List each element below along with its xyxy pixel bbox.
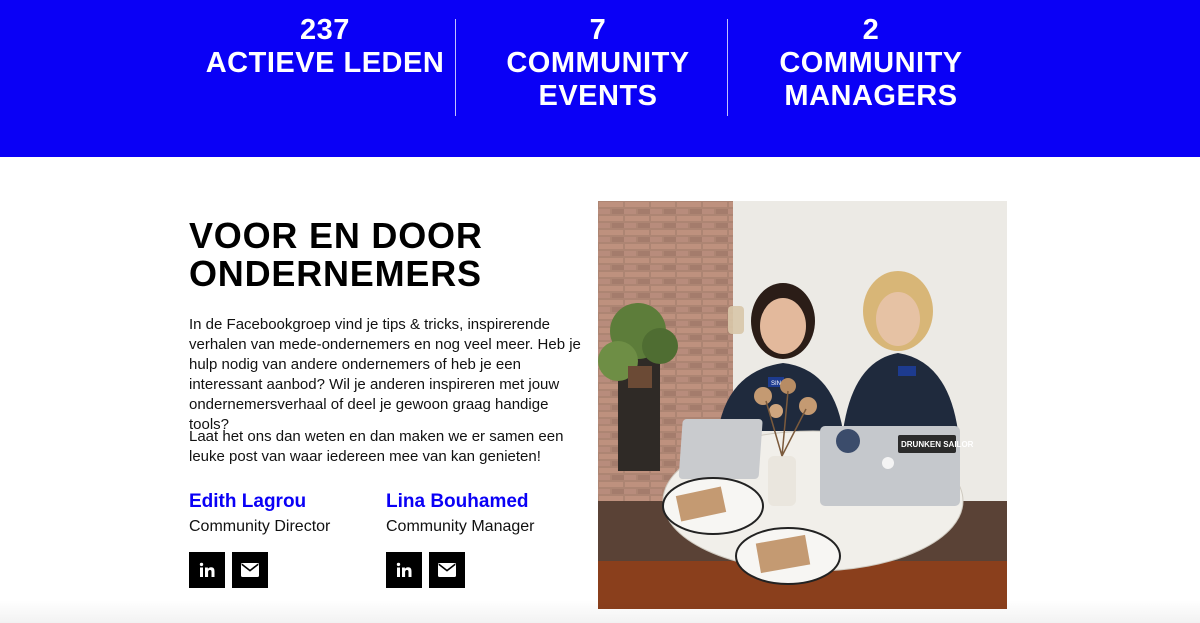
intro-paragraph: In de Facebookgroep vind je tips & trick… [189, 316, 581, 433]
person-role: Community Director [189, 518, 331, 535]
linkedin-button[interactable] [189, 552, 225, 588]
linkedin-icon [396, 562, 412, 577]
person-social-links [189, 552, 268, 588]
stat-number: 237 [300, 14, 350, 46]
cta-paragraph: Laat het ons dan weten en dan maken we e… [189, 428, 564, 465]
stat-label: ACTIEVE LEDEN [205, 47, 445, 79]
stats-banner: 237 ACTIEVE LEDEN 7 COMMUNITY EVENTS 2 C… [0, 0, 1200, 157]
person-card-edith: Edith Lagrou Community Director [189, 490, 379, 588]
stat-number: 2 [862, 14, 880, 46]
community-photo-illustration: SINC DRUNKEN SAILOR [598, 201, 1007, 609]
email-button[interactable] [429, 552, 465, 588]
envelope-icon [438, 563, 456, 577]
stat-divider [455, 19, 456, 116]
stat-community-events: 7 COMMUNITY EVENTS [462, 14, 734, 113]
stat-label: COMMUNITY MANAGERS [779, 47, 963, 112]
linkedin-icon [199, 562, 215, 577]
envelope-icon [241, 563, 259, 577]
section-title: VOOR EN DOOR ONDERNEMERS [189, 215, 483, 294]
linkedin-button[interactable] [386, 552, 422, 588]
community-photo: SINC DRUNKEN SAILOR [598, 201, 1007, 609]
stat-active-members: 237 ACTIEVE LEDEN [189, 14, 461, 80]
email-button[interactable] [232, 552, 268, 588]
person-name: Lina Bouhamed [386, 491, 529, 512]
stat-number: 7 [589, 14, 607, 46]
laptop-sticker-text: DRUNKEN SAILOR [901, 440, 974, 449]
person-role: Community Manager [386, 518, 535, 535]
person-name: Edith Lagrou [189, 491, 307, 512]
stat-divider [727, 19, 728, 116]
person-card-lina: Lina Bouhamed Community Manager [386, 490, 576, 588]
stat-community-managers: 2 COMMUNITY MANAGERS [735, 14, 1007, 113]
person-social-links [386, 552, 465, 588]
stat-label: COMMUNITY EVENTS [506, 47, 690, 112]
